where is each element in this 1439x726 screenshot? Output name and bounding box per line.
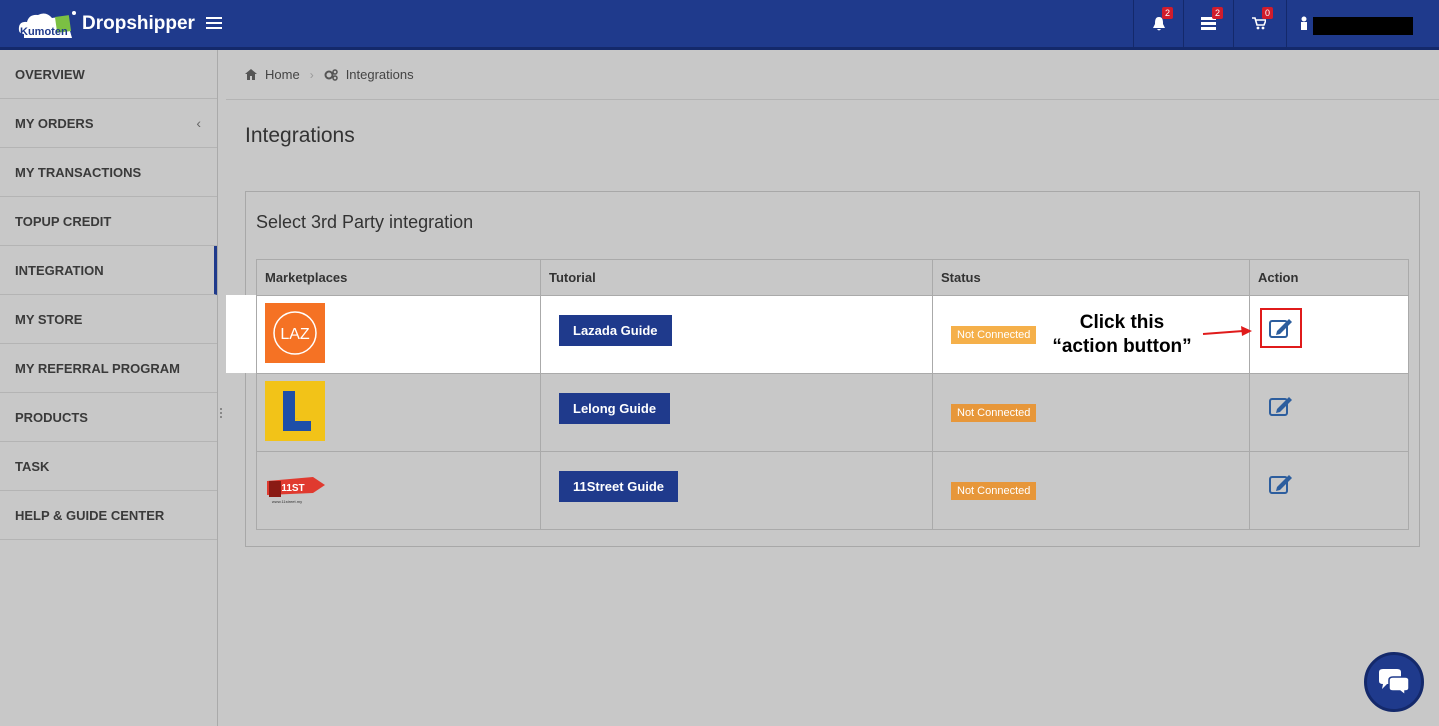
marketplace-cell: L: [256, 373, 541, 452]
redacted-username: [1313, 17, 1413, 35]
integrations-table: Marketplaces Tutorial Status Action LAZ …: [256, 259, 1409, 530]
annotation-arrow-icon: [1202, 326, 1252, 336]
chevron-left-icon: ‹: [196, 115, 201, 131]
edit-icon: [1269, 319, 1292, 338]
messages-count-badge: 2: [1212, 7, 1224, 19]
page-title: Integrations: [245, 124, 355, 147]
action-cell: [1249, 295, 1409, 374]
annotation-callout: Click this “action button”: [1042, 311, 1202, 359]
status-badge: Not Connected: [951, 481, 1037, 500]
column-header-marketplaces: Marketplaces: [256, 259, 541, 296]
breadcrumb-home-link[interactable]: Home: [265, 67, 300, 82]
cart-count-badge: 0: [1262, 7, 1274, 19]
tutorial-cell: Lazada Guide: [540, 295, 933, 374]
lazada-logo: LAZ: [265, 303, 325, 363]
svg-text:11ST: 11ST: [281, 483, 304, 494]
column-header-status: Status: [932, 259, 1250, 296]
status-badge: Not Connected: [951, 403, 1037, 422]
sidebar-item-overview[interactable]: OVERVIEW: [0, 50, 217, 99]
11street-guide-button[interactable]: 11Street Guide: [559, 471, 679, 502]
tutorial-cell: Lelong Guide: [540, 373, 933, 452]
column-header-action: Action: [1249, 259, 1409, 296]
table-header-row: Marketplaces Tutorial Status Action: [256, 259, 1409, 296]
callout-line-1: Click this: [1079, 312, 1165, 333]
sidebar-item-my-transactions[interactable]: MY TRANSACTIONS: [0, 148, 217, 197]
lazada-guide-button[interactable]: Lazada Guide: [559, 315, 672, 346]
sidebar-item-help-guide-center[interactable]: HELP & GUIDE CENTER: [0, 491, 217, 540]
table-row: 11ST www.11street.my 11Street Guide Not …: [256, 451, 1409, 530]
user-menu[interactable]: [1286, 0, 1439, 47]
edit-icon: [1269, 475, 1292, 494]
table-row: L Lelong Guide Not Connected: [256, 373, 1409, 452]
action-cell: [1249, 373, 1409, 452]
lelong-guide-button[interactable]: Lelong Guide: [559, 393, 671, 424]
sidebar-item-integration[interactable]: INTEGRATION: [0, 246, 217, 295]
status-badge: Not Connected: [951, 325, 1037, 344]
hamburger-menu-icon[interactable]: [206, 14, 222, 32]
edit-icon: [1269, 397, 1292, 416]
marketplace-cell: LAZ: [256, 295, 541, 374]
11street-edit-action-button[interactable]: [1268, 472, 1294, 496]
top-navbar: Kumoten Dropshipper 2 2 0: [0, 0, 1439, 50]
lazada-edit-action-button[interactable]: [1260, 308, 1302, 348]
messages-button[interactable]: 2: [1183, 0, 1233, 47]
notifications-count-badge: 2: [1162, 7, 1174, 19]
home-icon: [245, 69, 257, 80]
chat-bubbles-icon: [1379, 669, 1410, 696]
sidebar-item-my-store[interactable]: MY STORE: [0, 295, 217, 344]
sidebar-item-topup-credit[interactable]: TOPUP CREDIT: [0, 197, 217, 246]
breadcrumb-current: Integrations: [345, 67, 414, 82]
sidebar-item-my-orders[interactable]: MY ORDERS ‹: [0, 99, 217, 148]
11street-logo: 11ST www.11street.my: [267, 477, 325, 504]
lelong-logo: L: [265, 381, 325, 441]
svg-text:LAZ: LAZ: [280, 326, 310, 343]
breadcrumb: Home › Integrations: [226, 50, 1439, 100]
cart-button[interactable]: 0: [1233, 0, 1283, 47]
tutorial-cell: 11Street Guide: [540, 451, 933, 530]
user-icon: [1301, 16, 1307, 30]
marketplace-cell: 11ST www.11street.my: [256, 451, 541, 530]
status-cell: Not Connected: [932, 451, 1250, 530]
app-brand-name[interactable]: Dropshipper: [82, 13, 195, 35]
panel-title: Select 3rd Party integration: [256, 212, 474, 232]
sidebar-resize-handle[interactable]: [220, 408, 224, 422]
status-cell: Not Connected: [932, 373, 1250, 452]
notifications-button[interactable]: 2: [1133, 0, 1183, 47]
live-chat-button[interactable]: [1364, 652, 1424, 712]
callout-line-2: “action button”: [1052, 336, 1192, 357]
column-header-tutorial: Tutorial: [540, 259, 933, 296]
sidebar-item-products[interactable]: PRODUCTS: [0, 393, 217, 442]
svg-text:Kumoten: Kumoten: [20, 26, 68, 38]
breadcrumb-separator: ›: [309, 67, 314, 82]
sidebar-item-my-referral-program[interactable]: MY REFERRAL PROGRAM: [0, 344, 217, 393]
action-cell: [1249, 451, 1409, 530]
svg-text:www.11street.my: www.11street.my: [272, 499, 302, 504]
kumoten-logo[interactable]: Kumoten: [16, 8, 78, 42]
sidebar-item-task[interactable]: TASK: [0, 442, 217, 491]
gears-icon: [324, 68, 338, 81]
sidebar: OVERVIEW MY ORDERS ‹ MY TRANSACTIONS TOPU…: [0, 50, 218, 726]
lelong-edit-action-button[interactable]: [1268, 394, 1294, 418]
